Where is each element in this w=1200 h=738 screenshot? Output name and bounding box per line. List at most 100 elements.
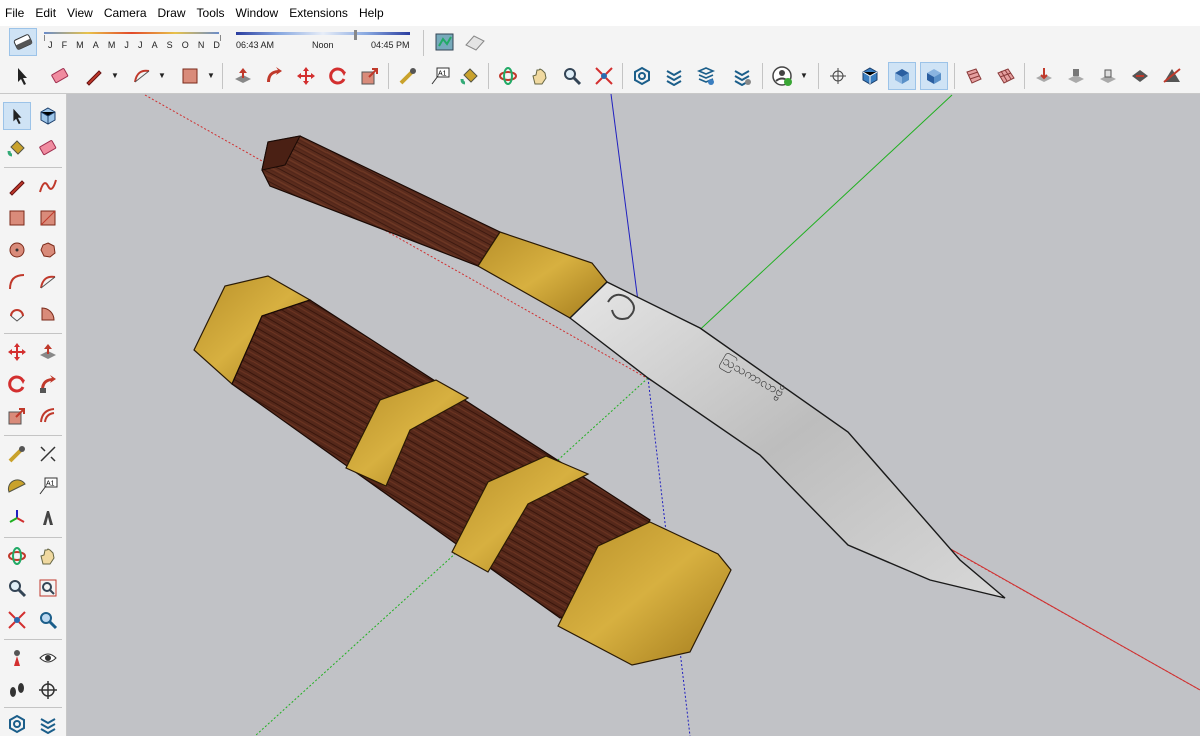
zoom-tool-button[interactable]: [558, 62, 586, 90]
move-tool-button[interactable]: [3, 338, 31, 366]
rotate-tool-button[interactable]: [3, 370, 31, 398]
account-button[interactable]: [768, 62, 796, 90]
text-icon: A1: [39, 477, 58, 495]
freehand-tool-button[interactable]: [34, 172, 62, 200]
text-tool-button[interactable]: A1: [426, 62, 454, 90]
menu-tools[interactable]: Tools: [192, 6, 231, 20]
position-camera-tool-button[interactable]: [3, 644, 31, 672]
account-dropdown-icon[interactable]: ▼: [800, 71, 808, 80]
sandbox-from-scratch-icon: [997, 68, 1015, 84]
move-tool-button[interactable]: [292, 62, 320, 90]
pie-tool-button[interactable]: [34, 300, 62, 328]
rectangle-tool-button[interactable]: [3, 204, 31, 232]
geolocation-button[interactable]: [431, 28, 459, 56]
three-point-arc-tool-button[interactable]: [3, 300, 31, 328]
arc-dropdown-icon[interactable]: ▼: [158, 71, 166, 80]
drape-button[interactable]: [1094, 62, 1122, 90]
pan-tool-button[interactable]: [526, 62, 554, 90]
shadow-toggle-button[interactable]: [9, 28, 37, 56]
extension-warehouse-button[interactable]: [34, 710, 62, 738]
components-button[interactable]: [728, 62, 756, 90]
protractor-tool-button[interactable]: [3, 472, 31, 500]
sandbox-from-contours-button[interactable]: [960, 62, 988, 90]
menu-help[interactable]: Help: [354, 6, 390, 20]
pencil-tool-button[interactable]: [80, 62, 108, 90]
stamp-button[interactable]: [1062, 62, 1090, 90]
eraser-tool-button[interactable]: [46, 62, 74, 90]
xray-button[interactable]: [824, 62, 852, 90]
pencil-dropdown-icon[interactable]: ▼: [111, 71, 119, 80]
text-tool-button[interactable]: A1: [34, 472, 62, 500]
look-around-tool-button[interactable]: [34, 644, 62, 672]
zoom-tool-button[interactable]: [3, 574, 31, 602]
iso-view-icon: [862, 67, 878, 85]
push-pull-tool-button[interactable]: [229, 62, 257, 90]
rectangle-icon: [182, 68, 198, 84]
eraser-tool-button[interactable]: [34, 134, 62, 162]
dimension-tool-button[interactable]: [34, 440, 62, 468]
add-detail-button[interactable]: [1126, 62, 1154, 90]
menu-camera[interactable]: Camera: [99, 6, 153, 20]
extension-warehouse-button[interactable]: [660, 62, 688, 90]
two-point-arc-tool-button[interactable]: [34, 268, 62, 296]
zoom-extents-tool-button[interactable]: [590, 62, 618, 90]
eraser-icon: [51, 68, 69, 84]
zoom-window-tool-button[interactable]: [34, 574, 62, 602]
position-camera-icon: [14, 650, 20, 666]
iso-view-button[interactable]: [856, 62, 884, 90]
rectangle-tool-button[interactable]: [176, 62, 204, 90]
layer-manager-button[interactable]: [692, 62, 720, 90]
section-plane-tool-button[interactable]: [34, 676, 62, 704]
arc-tool-button[interactable]: [3, 268, 31, 296]
top-view-button[interactable]: [888, 62, 916, 90]
walk-tool-button[interactable]: [3, 676, 31, 704]
follow-me-tool-button[interactable]: [34, 370, 62, 398]
scale-tool-button[interactable]: [3, 402, 31, 430]
line-tool-button[interactable]: [3, 172, 31, 200]
shadows-toolbar: J F M A M J J A S O N D 06:43 AM Noon 04…: [0, 26, 1200, 60]
menu-edit[interactable]: Edit: [30, 6, 62, 20]
arc-tool-button[interactable]: [128, 62, 156, 90]
paint-bucket-tool-button[interactable]: [3, 134, 31, 162]
zoom-extents-tool-button[interactable]: [3, 606, 31, 634]
select-tool-button[interactable]: [3, 102, 31, 130]
model-viewport[interactable]: ဩသကာလာဗ္ဗိ: [67, 94, 1200, 736]
menu-extensions[interactable]: Extensions: [284, 6, 354, 20]
menu-file[interactable]: File: [0, 6, 30, 20]
menu-draw[interactable]: Draw: [153, 6, 192, 20]
previous-view-button[interactable]: [34, 606, 62, 634]
warehouse-button[interactable]: [3, 710, 31, 738]
make-component-button[interactable]: [34, 102, 62, 130]
knife-handle: [261, 135, 501, 267]
sandbox-from-contours-icon: [966, 68, 982, 84]
time-noon-label: Noon: [312, 40, 334, 50]
rotate-tool-button[interactable]: [324, 62, 352, 90]
scale-tool-button[interactable]: [356, 62, 384, 90]
menu-view[interactable]: View: [62, 6, 99, 20]
axes-tool-button[interactable]: [3, 504, 31, 532]
front-view-button[interactable]: [920, 62, 948, 90]
3d-text-tool-button[interactable]: [34, 504, 62, 532]
orbit-tool-button[interactable]: [3, 542, 31, 570]
circle-tool-button[interactable]: [3, 236, 31, 264]
offset-tool-button[interactable]: [34, 402, 62, 430]
polygon-tool-button[interactable]: [34, 236, 62, 264]
sandbox-from-scratch-button[interactable]: [992, 62, 1020, 90]
orbit-tool-button[interactable]: [494, 62, 522, 90]
tape-measure-tool-button[interactable]: [394, 62, 422, 90]
zoom-window-icon: [39, 579, 57, 597]
menu-window[interactable]: Window: [231, 6, 285, 20]
scale-icon: [8, 408, 25, 425]
flip-edge-button[interactable]: [1158, 62, 1186, 90]
push-pull-tool-button[interactable]: [34, 338, 62, 366]
select-tool-button[interactable]: [8, 62, 36, 90]
tape-measure-tool-button[interactable]: [3, 440, 31, 468]
rectangle-dropdown-icon[interactable]: ▼: [207, 71, 215, 80]
add-location-button[interactable]: [461, 28, 489, 56]
follow-me-tool-button[interactable]: [260, 62, 288, 90]
warehouse-button[interactable]: [628, 62, 656, 90]
rotated-rectangle-tool-button[interactable]: [34, 204, 62, 232]
paint-bucket-tool-button[interactable]: [456, 62, 484, 90]
pan-tool-button[interactable]: [34, 542, 62, 570]
smoove-button[interactable]: [1030, 62, 1058, 90]
